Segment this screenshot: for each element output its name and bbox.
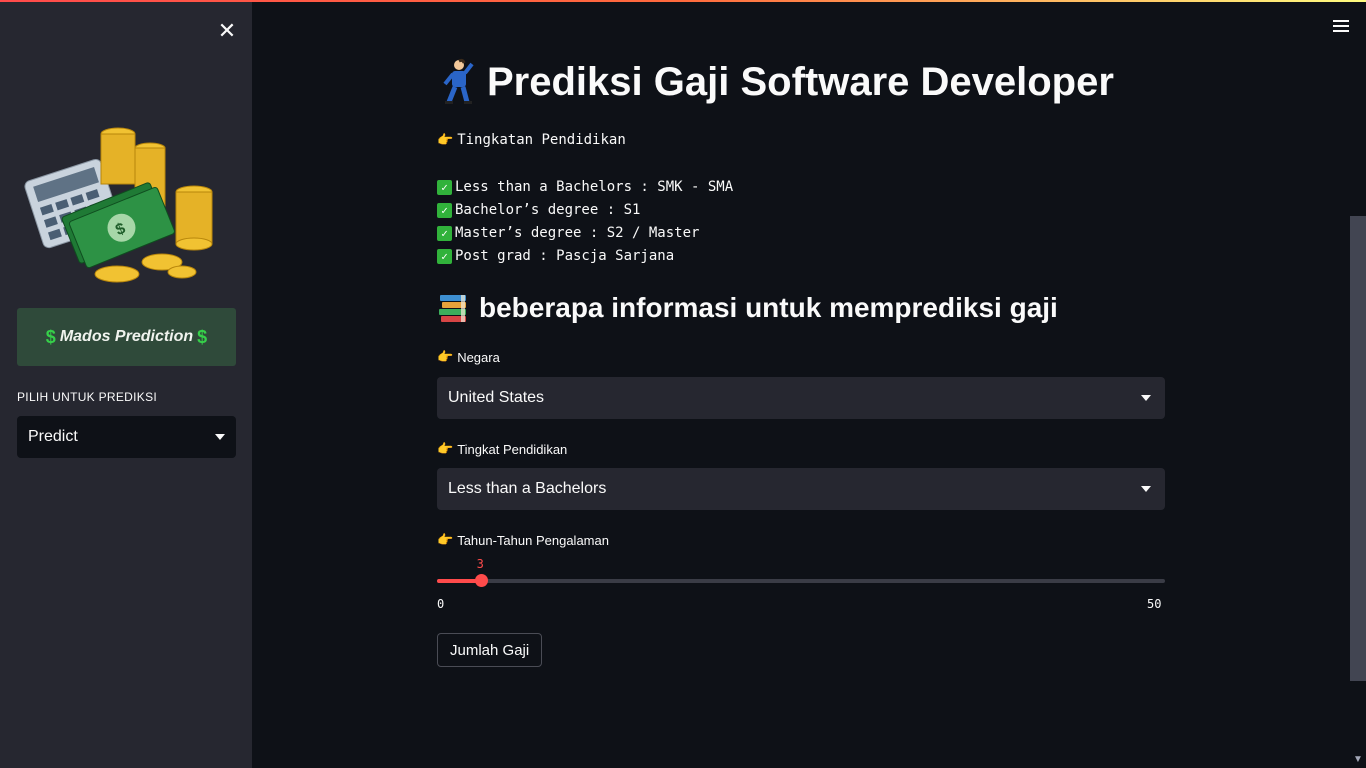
check-icon: ✓ xyxy=(437,202,452,218)
dollar-icon: $ xyxy=(197,326,208,347)
list-item: ✓ Less than a Bachelors : SMK - SMA xyxy=(437,179,733,195)
experience-slider-max: 50 xyxy=(1147,597,1162,611)
sidebar: ✕ $ $ Mados Prediction $ PILIH UNTUK PRE… xyxy=(0,2,252,768)
dollar-icon: $ xyxy=(45,326,56,347)
education-level-select-value: Less than a Bachelors xyxy=(448,480,607,497)
page-title-text: Prediksi Gaji Software Developer xyxy=(487,59,1114,104)
sidebar-select-label: PILIH UNTUK PREDIKSI xyxy=(17,390,158,404)
brand-label: Mados Prediction xyxy=(59,328,194,345)
experience-label: 👉 Tahun-Tahun Pengalaman xyxy=(437,532,609,548)
close-sidebar-button[interactable]: ✕ xyxy=(214,18,240,44)
pointing-hand-icon: 👉 xyxy=(437,532,454,547)
section-subtitle-text: beberapa informasi untuk memprediksi gaj… xyxy=(479,292,1058,323)
close-icon: ✕ xyxy=(217,18,237,43)
education-item-text: Bachelor’s degree : S1 xyxy=(455,202,641,218)
sidebar-mode-select[interactable]: Predict xyxy=(17,416,236,458)
experience-slider-value: 3 xyxy=(476,557,484,571)
jumlah-gaji-button[interactable]: Jumlah Gaji xyxy=(437,633,543,667)
experience-label-text: Tahun-Tahun Pengalaman xyxy=(457,532,609,548)
experience-slider[interactable] xyxy=(437,574,1165,587)
education-header-text: Tingkatan Pendidikan xyxy=(457,132,626,148)
chevron-down-icon xyxy=(1141,486,1151,492)
education-level-label-text: Tingkat Pendidikan xyxy=(457,441,568,457)
pointing-hand-icon: 👉 xyxy=(437,441,454,456)
experience-slider-thumb[interactable] xyxy=(474,574,488,587)
pointing-hand-icon: 👉 xyxy=(437,132,454,148)
country-label-text: Negara xyxy=(457,349,500,365)
main-menu-button[interactable] xyxy=(1330,17,1352,35)
check-icon: ✓ xyxy=(437,225,452,241)
menu-icon xyxy=(1330,20,1352,32)
scrollbar[interactable] xyxy=(1350,216,1366,681)
experience-slider-min: 0 xyxy=(437,597,445,611)
education-item-text: Less than a Bachelors : SMK - SMA xyxy=(455,179,734,195)
chevron-down-icon xyxy=(1141,395,1151,401)
education-level-select[interactable]: Less than a Bachelors xyxy=(437,468,1165,510)
education-item-text: Post grad : Pascja Sarjana xyxy=(455,248,675,264)
education-level-label: 👉 Tingkat Pendidikan xyxy=(437,441,567,457)
pointing-hand-icon: 👉 xyxy=(437,349,454,364)
chevron-down-icon xyxy=(215,434,225,440)
brand-banner: $ Mados Prediction $ xyxy=(17,308,236,366)
sidebar-select-value: Predict xyxy=(28,428,78,445)
list-item: ✓ Post grad : Pascja Sarjana xyxy=(437,248,674,264)
section-subtitle: beberapa informasi untuk memprediksi gaj… xyxy=(437,292,1058,324)
page-title: Prediksi Gaji Software Developer xyxy=(437,58,1114,106)
money-illustration: $ xyxy=(24,127,213,283)
check-icon: ✓ xyxy=(437,248,452,264)
list-item: ✓ Bachelor’s degree : S1 xyxy=(437,202,640,218)
scroll-down-icon[interactable]: ▼ xyxy=(1353,754,1363,765)
education-item-text: Master’s degree : S2 / Master xyxy=(455,225,700,241)
books-icon xyxy=(439,295,466,322)
country-select[interactable]: United States xyxy=(437,377,1165,419)
list-item: ✓ Master’s degree : S2 / Master xyxy=(437,225,699,241)
check-icon: ✓ xyxy=(437,179,452,195)
education-header: 👉 Tingkatan Pendidikan xyxy=(437,132,626,148)
dancing-person-icon xyxy=(443,58,474,104)
country-label: 👉 Negara xyxy=(437,349,500,365)
country-select-value: United States xyxy=(448,389,545,406)
